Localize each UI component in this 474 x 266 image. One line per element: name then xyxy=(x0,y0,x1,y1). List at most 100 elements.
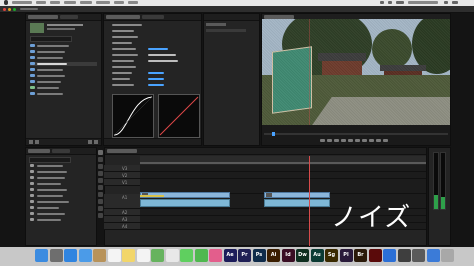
clock[interactable] xyxy=(408,1,438,4)
pen-tool-icon[interactable] xyxy=(98,199,103,204)
facetime-icon[interactable] xyxy=(194,249,208,262)
effect-folder[interactable] xyxy=(30,170,92,174)
effect-folder[interactable] xyxy=(30,212,92,216)
export-frame-button[interactable] xyxy=(383,139,388,142)
zoom-tool-icon[interactable] xyxy=(98,213,103,218)
effect-row[interactable] xyxy=(108,71,197,75)
step-forward-button[interactable] xyxy=(355,139,360,142)
tab-sequence[interactable] xyxy=(107,149,137,153)
list-item[interactable] xyxy=(30,44,97,48)
menu-item[interactable] xyxy=(12,1,32,4)
track-header-v2[interactable]: V2 xyxy=(104,172,140,179)
ripple-edit-tool-icon[interactable] xyxy=(98,164,103,169)
track-select-tool-icon[interactable] xyxy=(98,157,103,162)
program-scrubber[interactable] xyxy=(264,133,448,135)
hand-tool-icon[interactable] xyxy=(98,206,103,211)
search-input[interactable] xyxy=(30,36,72,42)
premiere-icon[interactable]: Pr xyxy=(238,249,251,262)
zoom-button[interactable] xyxy=(13,7,16,11)
effect-folder[interactable] xyxy=(30,218,92,222)
effect-folder[interactable] xyxy=(30,206,92,210)
effect-row[interactable] xyxy=(108,65,197,69)
play-button[interactable] xyxy=(348,139,353,142)
list-item[interactable] xyxy=(30,62,97,66)
list-item[interactable] xyxy=(30,68,97,72)
after-effects-icon[interactable]: Ae xyxy=(223,249,237,262)
notification-center-icon[interactable] xyxy=(452,1,458,4)
trash-icon[interactable] xyxy=(441,249,454,262)
battery-icon[interactable] xyxy=(396,1,404,4)
list-view-icon[interactable] xyxy=(29,140,33,144)
bridge-icon[interactable]: Br xyxy=(354,249,367,262)
prelude-icon[interactable]: Pl xyxy=(339,249,353,262)
work-area-bar[interactable] xyxy=(140,162,426,164)
contacts-icon[interactable] xyxy=(93,249,106,262)
tab-media-browser[interactable] xyxy=(60,15,78,19)
audition-icon[interactable]: Au xyxy=(310,249,324,262)
lift-button[interactable] xyxy=(369,139,374,142)
curve-line[interactable] xyxy=(159,96,199,136)
effect-row[interactable] xyxy=(108,59,197,63)
audio-clip[interactable] xyxy=(264,199,330,207)
effect-folder[interactable] xyxy=(30,164,92,168)
track-lane-v3[interactable] xyxy=(140,165,426,172)
minimize-button[interactable] xyxy=(8,7,11,11)
effect-row[interactable] xyxy=(108,29,197,33)
app-icon[interactable] xyxy=(412,249,425,262)
timeline-playhead[interactable] xyxy=(309,156,310,246)
tab-effects[interactable] xyxy=(28,149,50,153)
slip-tool-icon[interactable] xyxy=(98,192,103,197)
curve-graph[interactable] xyxy=(112,94,154,138)
icon-view-icon[interactable] xyxy=(35,140,39,144)
mark-out-button[interactable] xyxy=(327,139,332,142)
go-to-in-button[interactable] xyxy=(334,139,339,142)
effect-folder[interactable] xyxy=(30,176,92,180)
list-item[interactable] xyxy=(30,56,97,60)
search-input[interactable] xyxy=(29,157,71,163)
curve-graph[interactable] xyxy=(158,94,200,138)
list-item[interactable] xyxy=(30,50,97,54)
illustrator-icon[interactable]: Ai xyxy=(267,249,280,262)
list-item[interactable] xyxy=(30,86,97,90)
app-icon[interactable] xyxy=(426,249,440,262)
mark-in-button[interactable] xyxy=(320,139,325,142)
spotlight-icon[interactable] xyxy=(444,1,448,4)
status-icon[interactable] xyxy=(380,1,384,4)
mail-icon[interactable] xyxy=(78,249,92,262)
effect-value[interactable] xyxy=(148,60,178,62)
app-icon[interactable] xyxy=(397,249,411,262)
menu-item[interactable] xyxy=(36,1,46,4)
indesign-icon[interactable]: Id xyxy=(281,249,295,262)
effect-value[interactable] xyxy=(148,54,176,56)
video-clip[interactable] xyxy=(264,192,330,198)
menu-item[interactable] xyxy=(64,1,76,4)
extract-button[interactable] xyxy=(376,139,381,142)
track-header-v3[interactable]: V3 xyxy=(104,165,140,172)
notes-icon[interactable] xyxy=(122,249,135,262)
rolling-edit-tool-icon[interactable] xyxy=(98,171,103,176)
menu-item[interactable] xyxy=(128,1,138,4)
tab-project[interactable] xyxy=(28,15,58,19)
list-item[interactable] xyxy=(30,92,97,96)
finder-icon[interactable] xyxy=(35,249,48,262)
photoshop-icon[interactable]: Ps xyxy=(252,249,266,262)
launchpad-icon[interactable] xyxy=(49,249,63,262)
apple-menu-icon[interactable] xyxy=(4,0,8,5)
razor-tool-icon[interactable] xyxy=(98,185,103,190)
track-header-a4[interactable]: A4 xyxy=(104,223,140,230)
new-item-icon[interactable] xyxy=(88,140,92,144)
effect-row[interactable] xyxy=(108,23,197,27)
close-button[interactable] xyxy=(3,7,6,11)
menu-item[interactable] xyxy=(114,1,124,4)
track-header-a2[interactable]: A2 xyxy=(104,209,140,216)
list-item[interactable] xyxy=(30,80,97,84)
speedgrade-icon[interactable]: Sg xyxy=(325,249,338,262)
itunes-icon[interactable] xyxy=(209,249,222,262)
effect-folder[interactable] xyxy=(30,200,92,204)
maps-icon[interactable] xyxy=(151,249,164,262)
list-item[interactable] xyxy=(30,74,97,78)
menu-item[interactable] xyxy=(96,1,110,4)
effect-folder[interactable] xyxy=(30,194,92,198)
step-back-button[interactable] xyxy=(341,139,346,142)
menu-item[interactable] xyxy=(50,1,60,4)
